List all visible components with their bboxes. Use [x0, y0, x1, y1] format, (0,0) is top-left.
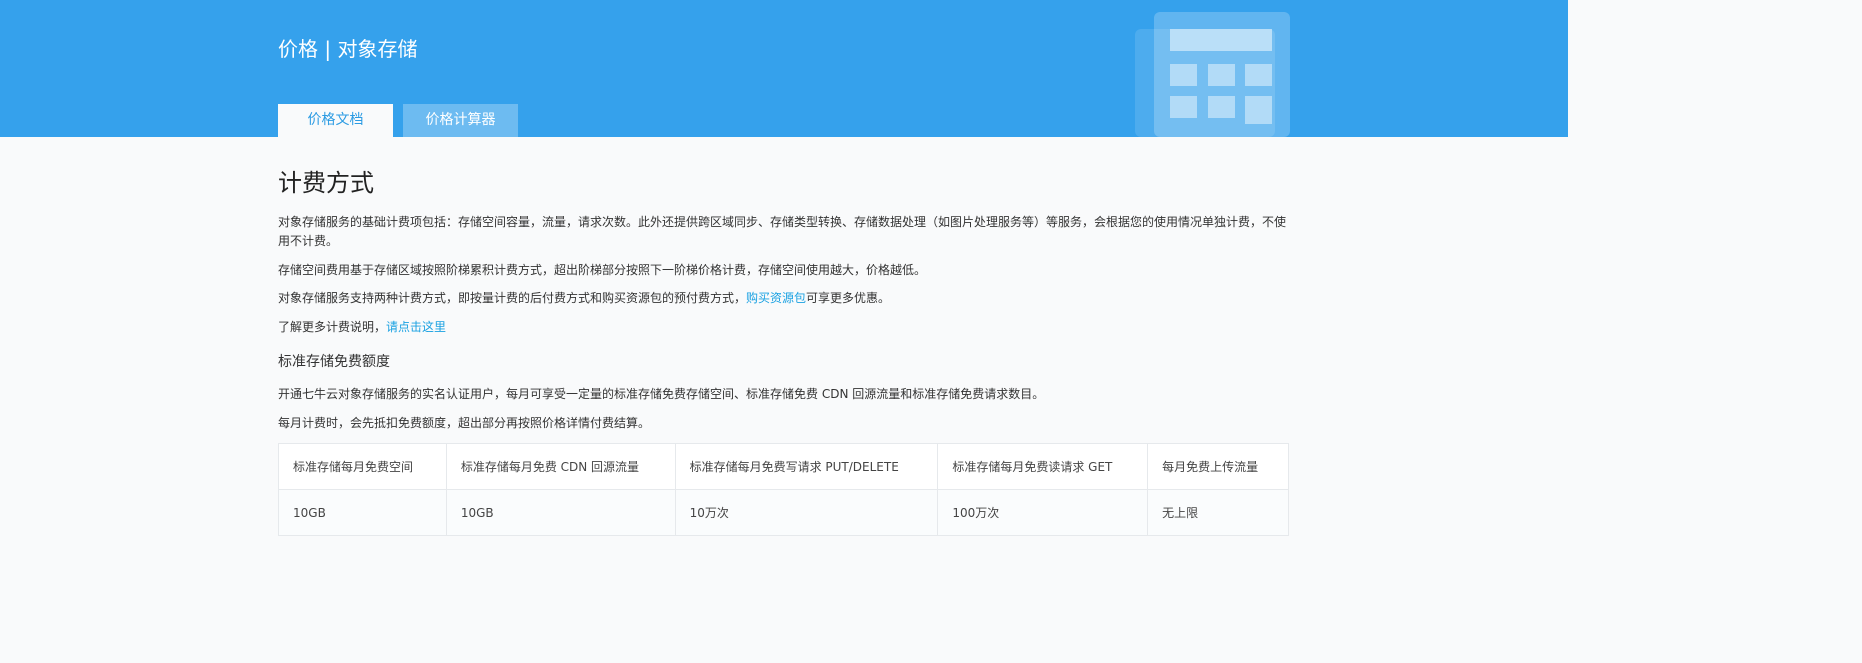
page-header-banner: 价格 | 对象存储 价格文档 价格计算器: [0, 0, 1568, 137]
free-quota-table: 标准存储每月免费空间 标准存储每月免费 CDN 回源流量 标准存储每月免费写请求…: [278, 443, 1289, 536]
table-header-row: 标准存储每月免费空间 标准存储每月免费 CDN 回源流量 标准存储每月免费写请求…: [278, 443, 1289, 490]
click-here-link[interactable]: 请点击这里: [386, 320, 446, 334]
storage-fee-paragraph: 存储空间费用基于存储区域按照阶梯累积计费方式，超出阶梯部分按照下一阶梯价格计费，…: [278, 263, 927, 277]
table-row: 10GB 10GB 10万次 100万次 无上限: [278, 489, 1289, 536]
table-cell: 10万次: [674, 489, 939, 536]
more-info-paragraph: 了解更多计费说明，请点击这里: [278, 318, 1288, 337]
tab-price-docs[interactable]: 价格文档: [278, 104, 393, 137]
tab-price-calculator[interactable]: 价格计算器: [403, 104, 518, 137]
table-cell: 10GB: [445, 489, 676, 536]
billing-methods-text: 对象存储服务支持两种计费方式，即按量计费的后付费方式和购买资源包的预付费方式，: [278, 291, 747, 305]
calculator-illustration-icon: [1135, 12, 1290, 137]
billing-methods-suffix: 可享更多优惠。: [806, 291, 891, 305]
table-cell: 10GB: [278, 489, 447, 536]
free-quota-heading: 标准存储免费额度: [278, 354, 390, 370]
section-heading-billing: 计费方式: [278, 169, 374, 197]
billing-intro-paragraph: 对象存储服务的基础计费项包括：存储空间容量，流量，请求次数。此外还提供跨区域同步…: [278, 215, 1287, 248]
table-cell: 100万次: [937, 489, 1149, 536]
buy-resource-pack-link[interactable]: 购买资源包: [746, 291, 806, 305]
table-header-cell: 标准存储每月免费读请求 GET: [937, 443, 1149, 490]
page-title: 价格 | 对象存储: [278, 37, 418, 61]
table-header-cell: 标准存储每月免费 CDN 回源流量: [445, 443, 676, 490]
free-quota-paragraph: 开通七牛云对象存储服务的实名认证用户，每月可享受一定量的标准存储免费存储空间、标…: [278, 387, 1045, 401]
table-header-cell: 每月免费上传流量: [1147, 443, 1289, 490]
billing-methods-paragraph: 对象存储服务支持两种计费方式，即按量计费的后付费方式和购买资源包的预付费方式，购…: [278, 289, 1288, 308]
table-header-cell: 标准存储每月免费写请求 PUT/DELETE: [674, 443, 939, 490]
table-cell: 无上限: [1147, 489, 1289, 536]
monthly-billing-paragraph: 每月计费时，会先抵扣免费额度，超出部分再按照价格详情付费结算。: [278, 416, 651, 430]
more-info-text: 了解更多计费说明，: [278, 320, 387, 334]
table-header-cell: 标准存储每月免费空间: [278, 443, 447, 490]
